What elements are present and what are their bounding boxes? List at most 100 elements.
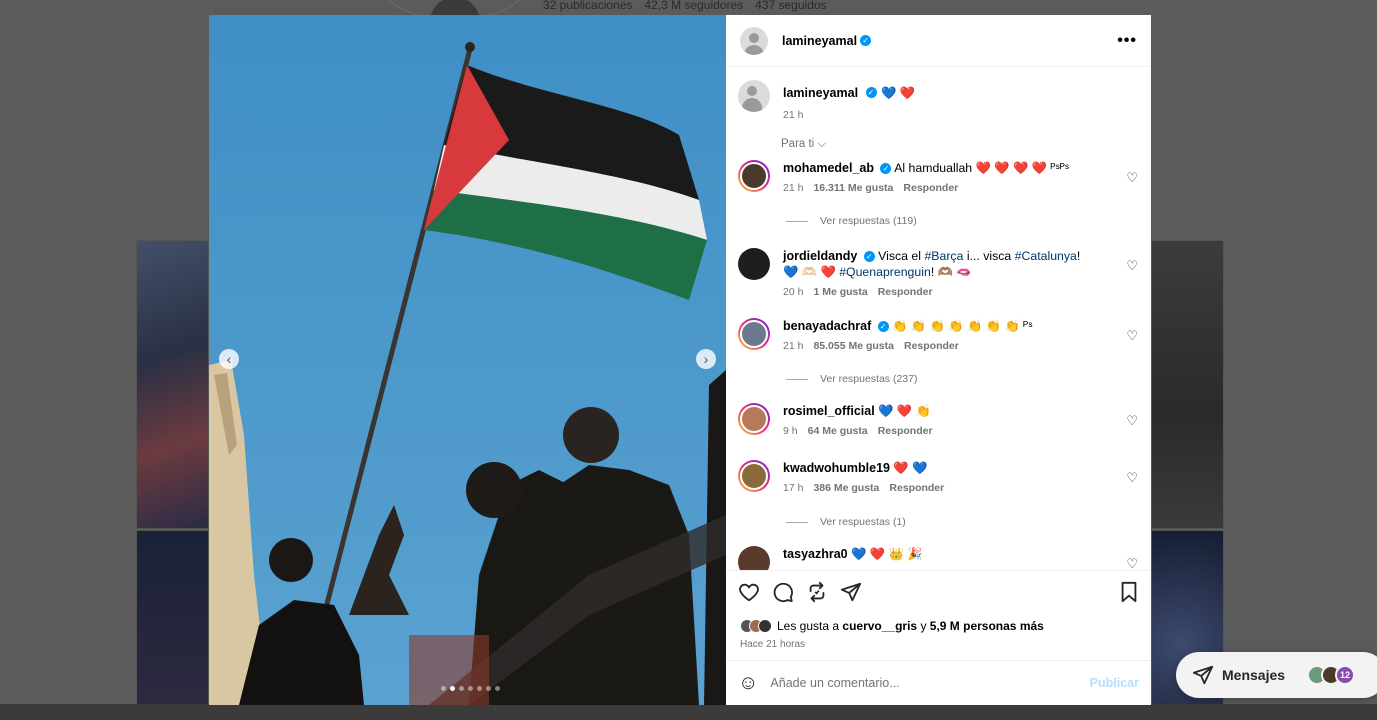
comments-list[interactable]: lamineyamal ✓ 💙 ❤️ 21 h Para ti ⌵ mohame… [726,68,1151,570]
comment-text-part: Visca el [878,249,925,263]
previous-slide-button[interactable]: ‹ [219,349,239,369]
comment-body: jordieldandy ✓ Visca el #Barça i... visc… [783,248,1113,298]
like-comment-heart-icon[interactable]: ♡ [1126,413,1138,429]
likes-text[interactable]: Les gusta a cuervo__gris y 5,9 M persona… [777,619,1044,633]
comment-body: benayadachraf ✓ 👏 👏 👏 👏 👏 👏 👏 ᴾˢ 21 h 85… [783,318,1113,352]
owner-info: lamineyamal ✓ [782,34,872,48]
comment-input[interactable] [770,676,1090,690]
publish-button[interactable]: Publicar [1090,676,1139,690]
messages-send-icon [1192,665,1214,685]
like-comment-heart-icon[interactable]: ♡ [1126,556,1138,570]
view-replies-button[interactable]: Ver respuestas (119) [786,215,917,227]
emoji-picker-icon[interactable]: ☺ [738,672,758,695]
post-photo [209,15,726,705]
messages-label: Mensajes [1222,667,1286,683]
owner-username[interactable]: lamineyamal [782,34,857,48]
like-comment-heart-icon[interactable]: ♡ [1126,328,1138,344]
commenter-username[interactable]: rosimel_official [783,404,875,418]
comment-item: mohamedel_ab ✓ Al hamduallah ❤️ ❤️ ❤️ ❤️… [738,160,1138,194]
like-comment-heart-icon[interactable]: ♡ [1126,470,1138,486]
story-ring[interactable] [738,460,770,492]
comment-item: benayadachraf ✓ 👏 👏 👏 👏 👏 👏 👏 ᴾˢ 21 h 85… [738,318,1138,352]
caption-avatar[interactable] [738,80,770,112]
following-count: 437 seguidos [755,0,827,12]
liker-username[interactable]: cuervo__gris [842,619,917,633]
next-slide-button[interactable]: › [696,349,716,369]
grid-post-thumbnail [1151,240,1224,529]
carousel-dot [450,686,455,691]
post-caption: lamineyamal ✓ 💙 ❤️ 21 h [738,80,915,121]
owner-avatar[interactable] [740,26,768,55]
commenter-username[interactable]: jordieldandy [783,249,857,263]
comment-time: 21 h [783,340,804,352]
reply-button[interactable]: Responder [904,340,959,352]
commenter-username[interactable]: tasyazhra0 [783,547,848,561]
reply-button[interactable]: Responder [889,482,944,494]
carousel-dot [468,686,473,691]
commenter-username[interactable]: benayadachraf [783,319,871,333]
like-comment-heart-icon[interactable]: ♡ [1126,258,1138,274]
comment-body: mohamedel_ab ✓ Al hamduallah ❤️ ❤️ ❤️ ❤️… [783,160,1113,194]
comment-text-part: ! [1076,249,1081,263]
followers-count: 42,3 M seguidores [644,0,744,12]
like-comment-heart-icon[interactable]: ♡ [1126,170,1138,186]
commenter-avatar-wrapper[interactable] [738,248,770,280]
commenter-avatar-wrapper[interactable] [738,546,770,570]
comment-text-line: kwadwohumble19 ❤️ 💙 [783,460,1113,476]
comment-text-part: ! 🫶🏽 🫦 [930,265,972,279]
post-header: lamineyamal ✓ ••• [726,15,1151,67]
post-media[interactable]: ‹ › [209,15,726,705]
comment-likes[interactable]: 64 Me gusta [808,425,868,437]
comment-likes[interactable]: 85.055 Me gusta [813,340,894,352]
likes-prefix: Les gusta a [777,619,843,633]
comment-meta: 20 h 1 Me gusta Responder [783,286,1113,298]
more-options-icon[interactable]: ••• [1117,32,1137,50]
comment-likes[interactable]: 386 Me gusta [813,482,879,494]
comment-sort-dropdown[interactable]: Para ti ⌵ [781,138,826,151]
hashtag-link[interactable]: #Barça [924,249,963,263]
save-bookmark-icon[interactable] [1118,581,1140,603]
replies-divider [786,521,808,523]
caption-username[interactable]: lamineyamal [783,86,858,100]
add-comment-bar: ☺ Publicar [726,660,1151,705]
comment-likes[interactable]: 1 Me gusta [813,286,867,298]
comment-bubble-icon[interactable] [772,581,794,603]
view-replies-button[interactable]: Ver respuestas (1) [786,516,906,528]
likes-count[interactable]: 5,9 M personas más [930,619,1044,633]
comment-item: tasyazhra0 💙 ❤️ 👑 🎉 ♡ [738,546,1138,570]
replies-divider [786,220,808,222]
caption-text: 💙 ❤️ [880,86,915,100]
repost-icon[interactable] [806,581,828,603]
comment-text: 💙 ❤️ 👑 🎉 [851,547,923,561]
like-heart-icon[interactable] [738,581,760,603]
grid-post-thumbnail [136,240,209,529]
verified-badge-icon: ✓ [880,163,892,175]
commenter-username[interactable]: kwadwohumble19 [783,461,890,475]
view-replies-label: Ver respuestas (1) [820,516,906,528]
reply-button[interactable]: Responder [878,425,933,437]
reply-button[interactable]: Responder [878,286,933,298]
commenter-avatar [738,546,770,570]
view-replies-button[interactable]: Ver respuestas (237) [786,373,917,385]
carousel-indicator [441,686,500,691]
commenter-username[interactable]: mohamedel_ab [783,161,874,175]
comment-item: kwadwohumble19 ❤️ 💙 17 h 386 Me gusta Re… [738,460,1138,494]
comment-time: 9 h [783,425,798,437]
post-actions [738,581,1140,603]
comment-likes[interactable]: 16.311 Me gusta [813,182,893,194]
share-send-icon[interactable] [840,581,862,603]
comment-text-line: tasyazhra0 💙 ❤️ 👑 🎉 [783,546,1113,562]
comment-meta: 21 h 16.311 Me gusta Responder [783,182,1113,194]
hashtag-link[interactable]: #Catalunya [1015,249,1077,263]
story-ring[interactable] [738,318,770,350]
verified-badge-icon: ✓ [865,87,877,99]
story-ring[interactable] [738,403,770,435]
messages-button[interactable]: Mensajes 12 [1176,652,1377,698]
comment-time: 20 h [783,286,804,298]
hashtag-link[interactable]: #Quenaprenguin [839,265,931,279]
comment-text-line: jordieldandy ✓ Visca el #Barça i... visc… [783,248,1113,280]
messages-avatars: 12 [1307,665,1356,685]
reply-button[interactable]: Responder [903,182,958,194]
story-ring[interactable] [738,160,770,192]
verified-badge-icon: ✓ [863,251,875,263]
